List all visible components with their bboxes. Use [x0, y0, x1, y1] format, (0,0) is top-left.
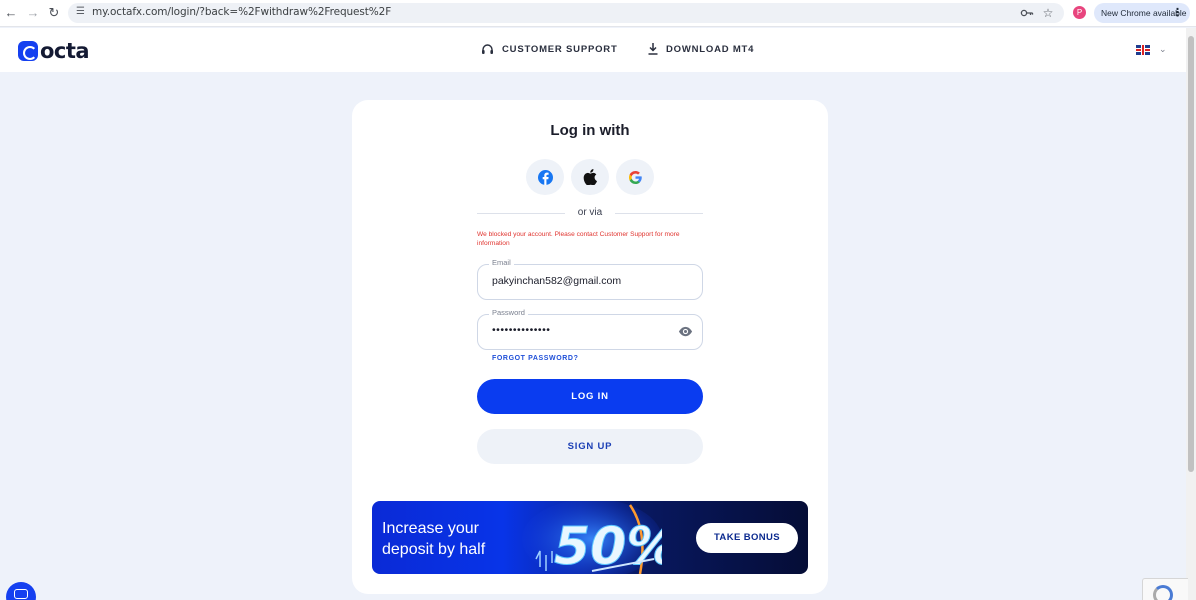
eye-icon[interactable]	[678, 325, 693, 338]
password-field[interactable]: Password ••••••••••••••	[477, 308, 703, 350]
signup-button[interactable]: SIGN UP	[477, 429, 703, 464]
email-label: Email	[489, 258, 514, 267]
forgot-password-link[interactable]: FORGOT PASSWORD?	[492, 355, 578, 362]
facebook-login-button[interactable]	[526, 159, 564, 195]
promo-50-percent-graphic: 50%	[522, 501, 662, 574]
download-mt4-label: DOWNLOAD MT4	[666, 43, 755, 55]
bookmark-star-icon[interactable]: ☆	[1041, 6, 1055, 20]
login-card: Log in with or via We blocked your accou…	[352, 100, 828, 594]
chevron-down-icon: ⌄	[1159, 44, 1167, 54]
banner-text: Increase your deposit by half	[382, 518, 485, 560]
promo-value-text: 50%	[554, 517, 662, 574]
customer-support-label: CUSTOMER SUPPORT	[502, 44, 618, 55]
profile-avatar[interactable]: P	[1073, 6, 1086, 19]
login-button[interactable]: LOG IN	[477, 379, 703, 414]
url-text[interactable]: my.octafx.com/login/?back=%2Fwithdraw%2F…	[92, 6, 391, 18]
email-input[interactable]	[492, 275, 662, 287]
apple-login-button[interactable]	[571, 159, 609, 195]
recaptcha-badge[interactable]	[1142, 578, 1188, 600]
account-blocked-error: We blocked your account. Please contact …	[477, 231, 680, 247]
google-icon	[628, 170, 642, 184]
password-key-icon[interactable]	[1020, 6, 1034, 20]
site-info-icon[interactable]: ☰	[76, 6, 88, 18]
headset-icon	[482, 44, 493, 54]
banner-line-2: deposit by half	[382, 541, 486, 558]
google-login-button[interactable]	[616, 159, 654, 195]
logo-text: octa	[40, 39, 90, 63]
site-header: octa CUSTOMER SUPPORT DOWNLOAD MT4 ⌄	[0, 28, 1186, 72]
chrome-update-button[interactable]: New Chrome available ⋮	[1094, 3, 1190, 23]
customer-support-link[interactable]: CUSTOMER SUPPORT	[481, 43, 618, 56]
octa-logo-mark-icon	[18, 41, 38, 61]
apple-icon	[583, 169, 597, 185]
chat-icon	[14, 589, 28, 599]
divider-text: or via	[577, 207, 603, 218]
octa-logo[interactable]: octa	[18, 39, 90, 63]
scrollbar-thumb[interactable]	[1188, 36, 1194, 472]
browser-toolbar: ← → ↻ ☰ my.octafx.com/login/?back=%2Fwit…	[0, 0, 1196, 27]
facebook-icon	[537, 169, 553, 185]
kebab-menu-icon[interactable]: ⋮	[1172, 3, 1183, 23]
banner-line-1: Increase your	[382, 520, 479, 537]
take-bonus-button[interactable]: TAKE BONUS	[696, 523, 798, 553]
recaptcha-icon	[1153, 585, 1173, 600]
download-icon	[648, 43, 658, 55]
bonus-banner[interactable]: Increase your deposit by half 50% TAKE B…	[372, 501, 808, 574]
email-field[interactable]: Email	[477, 258, 703, 300]
password-input[interactable]: ••••••••••••••	[492, 324, 662, 336]
uk-flag-icon	[1136, 44, 1150, 55]
chat-support-button[interactable]	[6, 582, 36, 600]
divider-right	[615, 213, 703, 214]
login-title: Log in with	[550, 122, 630, 139]
address-bar[interactable]: ☰ my.octafx.com/login/?back=%2Fwithdraw%…	[68, 3, 1064, 23]
reload-icon[interactable]: ↻	[46, 5, 62, 21]
back-icon[interactable]: ←	[3, 5, 19, 21]
password-label: Password	[489, 308, 528, 317]
download-mt4-link[interactable]: DOWNLOAD MT4	[648, 43, 754, 55]
forward-icon[interactable]: →	[25, 5, 41, 21]
page-scrollbar[interactable]	[1186, 28, 1196, 600]
language-selector[interactable]: ⌄	[1136, 44, 1167, 55]
